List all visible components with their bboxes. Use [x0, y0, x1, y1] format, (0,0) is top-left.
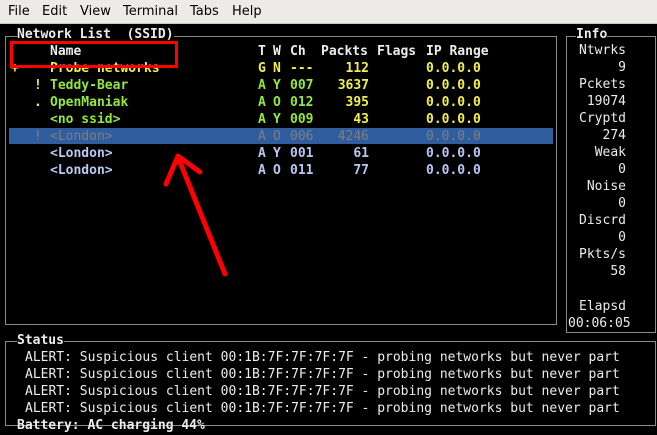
network-wep: Y [273, 78, 281, 93]
network-ip: 0.0.0.0 [426, 95, 481, 110]
network-type: A [258, 78, 266, 93]
network-wep: N [273, 61, 281, 76]
network-wep: Y [273, 146, 281, 161]
row-marker: ! [34, 78, 42, 93]
network-channel: 001 [290, 146, 314, 161]
col-wep-header: W [273, 44, 281, 59]
info-value-noise: 0 [618, 196, 626, 211]
info-value-discarded: 0 [618, 230, 626, 245]
status-panel-title: Status [17, 332, 64, 349]
network-ip: 0.0.0.0 [426, 112, 481, 127]
status-line: ALERT: Suspicious client 00:1B:7F:7F:7F:… [25, 350, 620, 365]
info-value-networks: 9 [618, 60, 626, 75]
menu-file[interactable]: File [8, 4, 30, 19]
terminal-window[interactable]: Network List (SSID) Name T W Ch Packts F… [0, 24, 657, 435]
network-channel: 007 [290, 78, 314, 93]
network-row[interactable]: <London> A Y 001 61 0.0.0.0 [0, 145, 555, 162]
status-line: ALERT: Suspicious client 00:1B:7F:7F:7F:… [25, 401, 620, 416]
network-type: A [258, 112, 266, 127]
network-packets: 112 [345, 61, 369, 76]
info-label-crypted: Cryptd [579, 111, 626, 126]
network-packets: 61 [353, 146, 369, 161]
row-marker: . [34, 95, 42, 110]
row-marker: ! [34, 129, 42, 144]
annotation-arrow [163, 153, 228, 277]
network-type: A [258, 163, 266, 178]
network-channel: 011 [290, 163, 314, 178]
network-channel: 012 [290, 95, 314, 110]
network-name: <London> [50, 163, 113, 178]
menu-help[interactable]: Help [232, 4, 262, 19]
status-line: ALERT: Suspicious client 00:1B:7F:7F:7F:… [25, 367, 620, 382]
annotation-highlight-box [10, 41, 178, 68]
network-type: A [258, 95, 266, 110]
network-name: Teddy-Bear [50, 78, 129, 93]
info-value-elapsed: 00:06:05 [568, 316, 631, 331]
col-type-header: T [258, 44, 266, 59]
network-packets: 77 [353, 163, 369, 178]
info-value-weak: 0 [618, 162, 626, 177]
network-wep: Y [273, 112, 281, 127]
menu-tabs[interactable]: Tabs [190, 4, 219, 19]
network-ip: 0.0.0.0 [426, 61, 481, 76]
network-packets: 3637 [337, 78, 369, 93]
network-type: A [258, 129, 266, 144]
menu-terminal[interactable]: Terminal [123, 4, 178, 19]
info-label-packets: Pckets [579, 77, 626, 92]
info-label-networks: Ntwrks [579, 43, 626, 58]
info-label-noise: Noise [586, 179, 626, 194]
network-row[interactable]: . OpenManiak A O 012 395 0.0.0.0 [0, 94, 555, 111]
network-row[interactable]: ! Teddy-Bear A Y 007 3637 0.0.0.0 [0, 77, 555, 94]
col-flags-header: Flags [377, 44, 417, 59]
network-wep: O [273, 95, 281, 110]
network-packets: 43 [353, 112, 369, 127]
battery-status: Battery: AC charging 44% [17, 418, 205, 433]
info-label-weak: Weak [594, 145, 626, 160]
info-value-crypted: 274 [602, 128, 626, 143]
info-value-packets: 19074 [586, 94, 626, 109]
network-packets: 395 [345, 95, 369, 110]
info-label-elapsed: Elapsd [579, 299, 626, 314]
network-row[interactable]: <no ssid> A Y 009 43 0.0.0.0 [0, 111, 555, 128]
network-wep: O [273, 129, 281, 144]
network-name: <no ssid> [50, 112, 121, 127]
menu-bar: File Edit View Terminal Tabs Help [0, 0, 657, 24]
network-channel: --- [290, 61, 314, 76]
col-packets-header: Packts [321, 44, 368, 59]
col-channel-header: Ch [290, 44, 306, 59]
info-label-discarded: Discrd [579, 213, 626, 228]
network-type: A [258, 146, 266, 161]
network-ip: 0.0.0.0 [426, 129, 481, 144]
menu-edit[interactable]: Edit [42, 4, 67, 19]
network-name: <London> [50, 129, 113, 144]
network-name: OpenManiak [50, 95, 129, 110]
network-name: <London> [50, 146, 113, 161]
menu-view[interactable]: View [80, 4, 111, 19]
network-channel: 006 [290, 129, 314, 144]
network-row[interactable]: <London> A O 011 77 0.0.0.0 [0, 162, 555, 179]
info-label-pkts-per-sec: Pkts/s [579, 247, 626, 262]
info-value-pkts-per-sec: 58 [610, 264, 626, 279]
network-wep: O [273, 163, 281, 178]
network-ip: 0.0.0.0 [426, 146, 481, 161]
network-ip: 0.0.0.0 [426, 163, 481, 178]
status-line: ALERT: Suspicious client 00:1B:7F:7F:7F:… [25, 384, 620, 399]
info-panel-title: Info [576, 26, 608, 43]
network-row-selected[interactable]: ! <London> A O 006 4246 0.0.0.0 [0, 128, 555, 145]
network-channel: 009 [290, 112, 314, 127]
network-type: G [258, 61, 266, 76]
col-ip-header: IP Range [426, 44, 489, 59]
network-packets: 4246 [337, 129, 369, 144]
network-ip: 0.0.0.0 [426, 78, 481, 93]
